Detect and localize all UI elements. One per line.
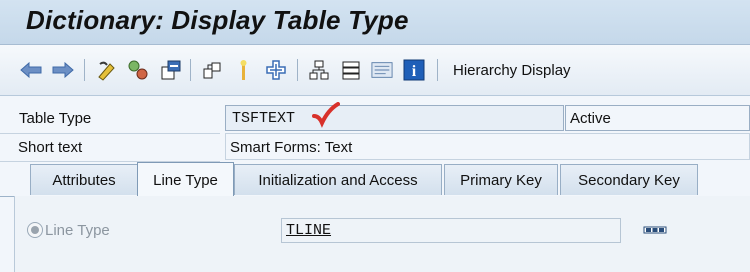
line-type-value: TLINE: [286, 222, 332, 239]
short-text-field[interactable]: Smart Forms: Text: [225, 133, 750, 160]
title-bar: Dictionary: Display Table Type: [0, 0, 750, 45]
activate-icon[interactable]: [160, 59, 182, 81]
checkmark-icon: [312, 102, 340, 128]
page-title: Dictionary: Display Table Type: [26, 5, 409, 35]
back-arrow-icon[interactable]: [20, 59, 42, 81]
status-field: Active: [565, 105, 750, 131]
toolbar-separator: [84, 59, 85, 81]
short-text-label: Short text: [18, 139, 83, 156]
other-object-icon[interactable]: [127, 59, 149, 81]
application-toolbar: i Hierarchy Display: [0, 45, 750, 96]
hierarchy-icon[interactable]: [308, 59, 330, 81]
short-text-label-cell: Short text: [0, 133, 220, 162]
more-icon[interactable]: [643, 223, 667, 237]
tab-initialization-and-access[interactable]: Initialization and Access: [234, 164, 442, 195]
line-type-panel: Line Type TLINE: [14, 196, 750, 272]
toolbar-separator: [297, 59, 298, 81]
tab-attributes[interactable]: Attributes: [30, 164, 138, 195]
info-icon[interactable]: i: [403, 59, 425, 81]
short-text-row: Short text Smart Forms: Text: [0, 133, 750, 162]
navigate-icon[interactable]: [265, 59, 287, 81]
where-used-icon[interactable]: [201, 59, 223, 81]
toolbar-separator: [190, 59, 191, 81]
line-type-radio[interactable]: [27, 222, 43, 238]
table-type-value: TSFTEXT: [232, 110, 296, 127]
object-list-icon[interactable]: [233, 59, 255, 81]
hierarchy-display-button[interactable]: Hierarchy Display: [453, 62, 571, 79]
svg-text:i: i: [412, 63, 417, 80]
edit-icon[interactable]: [96, 59, 118, 81]
table-type-row: Table Type TSFTEXT Active: [0, 102, 750, 133]
table-type-field[interactable]: TSFTEXT: [225, 102, 564, 131]
tab-line-type[interactable]: Line Type: [137, 162, 234, 197]
line-type-field[interactable]: TLINE: [281, 218, 621, 243]
forward-arrow-icon[interactable]: [52, 59, 74, 81]
tree-icon[interactable]: [340, 59, 362, 81]
line-type-radio-label: Line Type: [45, 222, 110, 239]
table-type-label: Table Type: [19, 110, 92, 127]
tab-strip: Attributes Line Type Initialization and …: [0, 160, 750, 197]
toolbar-separator: [437, 59, 438, 81]
documentation-icon[interactable]: [371, 59, 393, 81]
tab-secondary-key[interactable]: Secondary Key: [560, 164, 698, 195]
short-text-value: Smart Forms: Text: [230, 139, 353, 156]
tab-primary-key[interactable]: Primary Key: [444, 164, 558, 195]
status-text: Active: [570, 110, 611, 127]
